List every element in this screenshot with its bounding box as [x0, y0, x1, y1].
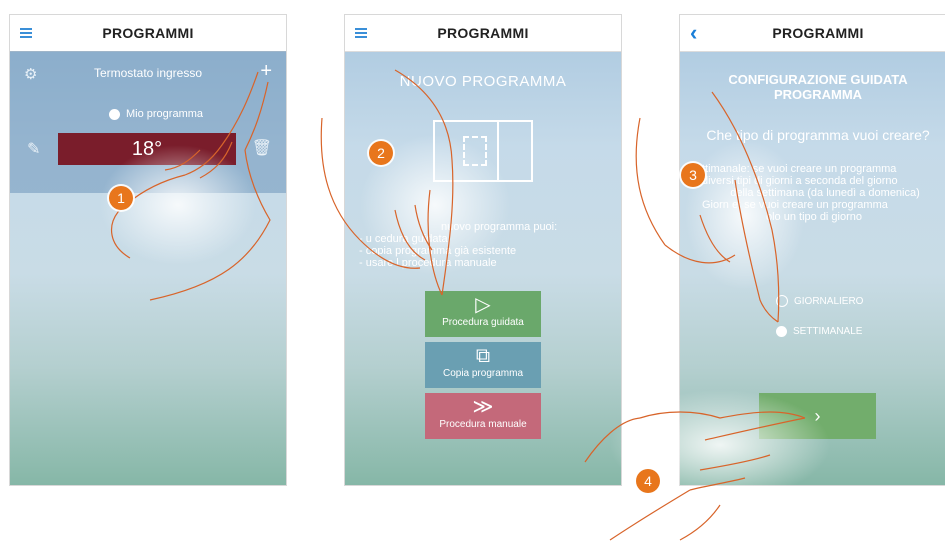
double-chevron-icon: ≫	[472, 396, 494, 418]
option-label: GIORNALIERO	[794, 295, 864, 307]
description-line: diversi tipi di giorni a seconda del gio…	[702, 175, 898, 187]
instruction-line: - copia programma già esistente	[359, 245, 517, 257]
manual-procedure-button[interactable]: ≫ Procedura manuale	[425, 393, 541, 439]
top-bar: PROGRAMMI	[10, 15, 286, 52]
radio-unselected-icon	[776, 295, 788, 307]
radio-selected-icon	[776, 326, 787, 337]
option-daily[interactable]: GIORNALIERO	[776, 295, 863, 307]
back-chevron-icon[interactable]: ‹	[690, 22, 708, 44]
temperature-value: 18°	[131, 137, 163, 160]
chevron-right-icon: ›	[814, 405, 821, 426]
instruction-line: - usare l procedura manuale	[359, 257, 497, 269]
heading-line: PROGRAMMA	[773, 87, 863, 102]
top-bar: ‹ PROGRAMMI	[680, 15, 945, 52]
button-label: Procedura guidata	[442, 317, 524, 328]
heading-line: CONFIGURAZIONE GUIDATA	[728, 72, 908, 87]
phone-screen-new-program: PROGRAMMI NUOVO PROGRAMMA nuovo programm…	[344, 14, 622, 486]
step-badge: 3	[681, 163, 705, 187]
description-line: olo un tipo di giorno	[766, 211, 863, 223]
guided-config-heading: CONFIGURAZIONE GUIDATA PROGRAMMA	[680, 72, 945, 102]
screen-title: PROGRAMMI	[102, 25, 194, 41]
description-line: della settimana (da lunedì a domenica)	[730, 187, 920, 199]
next-button[interactable]: ›	[759, 393, 876, 439]
copy-icon: ⧉	[475, 345, 491, 367]
screen-title: PROGRAMMI	[437, 25, 529, 41]
guided-procedure-button[interactable]: ▷ Procedura guidata	[425, 291, 541, 337]
add-program-button[interactable]: +	[260, 60, 272, 83]
button-label: Copia programma	[442, 368, 524, 379]
option-label: SETTIMANALE	[793, 326, 863, 337]
copy-program-button[interactable]: ⧉ Copia programma	[425, 342, 541, 388]
program-radio[interactable]: Mio programma	[109, 108, 203, 120]
instructions-text: nuovo programma puoi: - u cedura guidata…	[359, 221, 609, 269]
step-badge: 1	[109, 186, 133, 210]
radio-selected-icon	[109, 108, 120, 120]
question-text: Che tipo di programma vuoi creare?	[706, 127, 930, 143]
phone-screen-programs-list: PROGRAMMI ⚙ Termostato ingresso + Mio pr…	[9, 14, 287, 486]
description-line: Giorn e: se vuoi creare un programma	[702, 199, 888, 211]
pencil-icon[interactable]: ✎	[27, 139, 40, 159]
button-label: Procedura manuale	[439, 419, 527, 430]
step-badge: 2	[369, 141, 393, 165]
thermostat-name: Termostato ingresso	[93, 66, 203, 80]
screen-title: PROGRAMMI	[772, 25, 864, 41]
play-icon: ▷	[475, 294, 491, 316]
step-badge: 4	[636, 469, 660, 493]
instruction-line: - u cedura guidata	[359, 233, 448, 245]
hamburger-icon[interactable]	[355, 24, 373, 44]
program-illustration-icon	[433, 120, 533, 182]
phone-screen-guided-config: ‹ PROGRAMMI CONFIGURAZIONE GUIDATA PROGR…	[679, 14, 945, 486]
temperature-box[interactable]: 18°	[58, 133, 236, 165]
description-text: ttimanale: se vuoi creare un programma d…	[702, 163, 945, 223]
description-line: ttimanale: se vuoi creare un programma	[702, 163, 897, 175]
new-program-heading: NUOVO PROGRAMMA	[399, 73, 567, 90]
top-bar: PROGRAMMI	[345, 15, 621, 52]
program-name: Mio programma	[126, 108, 204, 120]
option-weekly[interactable]: SETTIMANALE	[776, 326, 862, 337]
trash-icon[interactable]: 🗑	[252, 138, 272, 158]
instruction-line: nuovo programma puoi:	[441, 221, 558, 233]
hamburger-icon[interactable]	[20, 24, 38, 44]
